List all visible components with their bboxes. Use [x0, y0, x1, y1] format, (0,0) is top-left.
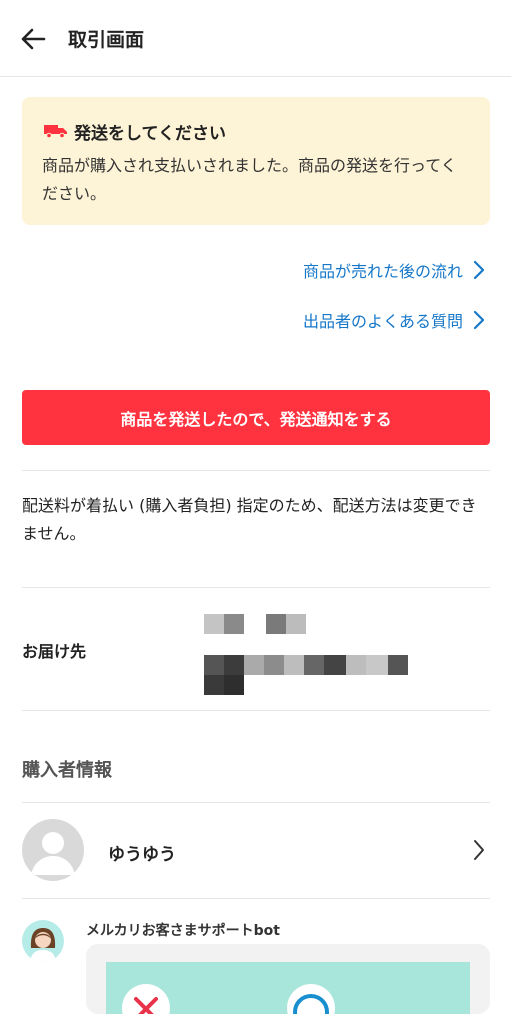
notice-title: 発送をしてください [74, 124, 226, 144]
buyer-section-title: 購入者情報 [22, 760, 112, 781]
notify-shipped-button[interactable]: 商品を発送したので、発送通知をする [22, 390, 490, 445]
buyer-name: ゆうゆう [108, 845, 176, 865]
shipping-notice: 発送をしてください 商品が購入され支払いされました。商品の発送を行ってください。 [22, 97, 490, 225]
divider [22, 470, 490, 471]
address-label: お届け先 [22, 642, 87, 661]
notice-body: 商品が購入され支払いされました。商品の発送を行ってください。 [42, 156, 457, 203]
bot-message-card[interactable] [86, 944, 490, 1014]
chevron-right-icon [473, 260, 485, 280]
bot-name: メルカリお客さまサポートbot [86, 923, 280, 939]
link-seller-faq[interactable]: 出品者のよくある質問 [303, 308, 485, 332]
app-header: 取引画面 [0, 0, 511, 77]
shipping-method-info: 配送料が着払い (購入者負担) 指定のため、配送方法は変更できません。 [22, 496, 477, 543]
arrow-left-icon[interactable] [20, 26, 46, 52]
link-label: 商品が売れた後の流れ [302, 262, 463, 281]
divider [22, 587, 490, 588]
link-flow-after-sale[interactable]: 商品が売れた後の流れ [303, 258, 485, 282]
page-title: 取引画面 [68, 29, 145, 51]
buyer-row[interactable]: ゆうゆう [0, 803, 511, 898]
truck-icon [44, 125, 67, 138]
support-agent-avatar [22, 920, 64, 962]
divider [22, 898, 490, 899]
link-label: 出品者のよくある質問 [302, 312, 463, 331]
chevron-right-icon [473, 310, 485, 330]
bot-card-image [106, 962, 470, 1014]
divider [22, 710, 490, 711]
chevron-right-icon [474, 840, 484, 860]
default-avatar-icon [22, 819, 84, 881]
